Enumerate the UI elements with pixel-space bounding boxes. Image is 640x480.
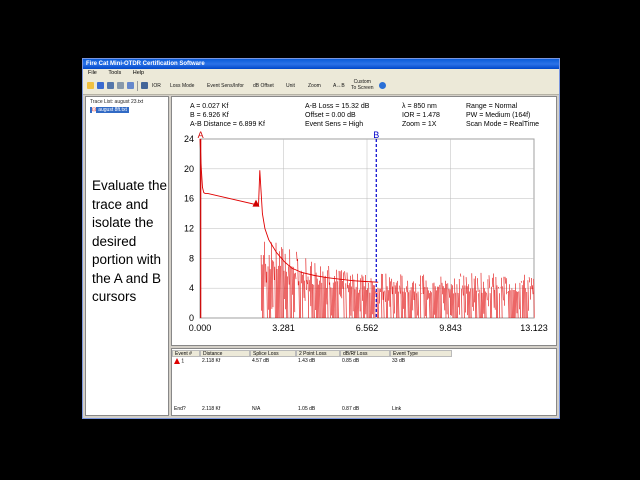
table-footer-cell: N/A [252, 406, 261, 412]
y-tick-label: 12 [184, 224, 194, 234]
range-readout: Range = Normal [466, 103, 518, 110]
app-window: Fire Cat Mini-OTDR Certification Softwar… [82, 58, 560, 419]
loss-mode-button[interactable]: Loss Mode [170, 82, 194, 90]
instruction-text: Evaluate the trace and isolate the desir… [92, 178, 168, 304]
table-header-cell[interactable]: Event Type [390, 350, 452, 357]
trace-file-icon: ⊡ [92, 107, 97, 113]
table-footer-cell: Link [392, 406, 402, 412]
x-tick-label: 13.123 [520, 323, 548, 333]
table-icon[interactable] [141, 82, 148, 89]
table-cell[interactable]: 1 [172, 358, 184, 365]
trace-list-root[interactable]: Trace List: august 23.txt [90, 99, 143, 105]
ior-button[interactable]: IOR [152, 82, 161, 90]
table-cell[interactable]: 2.118 Kf [200, 358, 220, 365]
y-tick-label: 8 [189, 253, 194, 263]
chart-grid [199, 138, 535, 319]
y-tick-labels: 0 4 8 12 16 20 24 [184, 134, 194, 323]
db-offset-button[interactable]: dB Offset [253, 82, 274, 90]
event-sens-readout: Event Sens = High [305, 121, 364, 128]
zoom-button[interactable]: Zoom [308, 82, 321, 90]
custom-to-screen-line2: To Screen [351, 84, 374, 91]
table-header-cell[interactable]: Distance [200, 350, 250, 357]
trace-file-label: august 8ft.txt [98, 107, 127, 113]
x-tick-label: 9.843 [439, 323, 462, 333]
open-folder-icon[interactable] [87, 82, 94, 89]
table-header-cell[interactable]: dB/Rf Loss [340, 350, 390, 357]
custom-to-screen-button[interactable]: Custom To Screen [351, 79, 374, 91]
table-cell[interactable]: 4.57 dB [250, 358, 269, 365]
ab-loss-readout: A-B Loss = 15.32 dB [305, 103, 370, 110]
print-icon[interactable] [117, 82, 124, 89]
y-tick-label: 24 [184, 134, 194, 144]
y-tick-label: 16 [184, 194, 194, 204]
trace-file-item[interactable]: ⊡ august 8ft.txt [90, 107, 129, 113]
toolbar: IOR Loss Mode Event Sens/Infor dB Offset… [83, 78, 559, 95]
help-icon[interactable] [379, 82, 386, 89]
menu-help[interactable]: Help [133, 70, 144, 76]
zoom-readout: Zoom = 1X [402, 121, 437, 128]
save-as-icon[interactable] [107, 82, 114, 89]
table-footer-cell: 1.05 dB [298, 406, 316, 412]
x-tick-label: 6.562 [356, 323, 379, 333]
toolbar-separator [137, 81, 138, 91]
pulse-width-readout: PW = Medium (164f) [466, 112, 531, 119]
cursor-b-readout: B = 6.926 Kf [190, 112, 229, 119]
y-tick-label: 0 [189, 313, 194, 323]
cursor-b-label: B [373, 131, 379, 140]
table-cell[interactable]: 0.85 dB [340, 358, 359, 365]
ior-readout: IOR = 1.478 [402, 112, 440, 119]
table-header-cell[interactable]: Event # [172, 350, 200, 357]
table-footer-cell: 0.87 dB [342, 406, 360, 412]
cursor-a-label: A [198, 131, 204, 140]
a-b-swap-button[interactable]: A↔B [333, 82, 345, 90]
otdr-trace-chart[interactable]: 0 4 8 12 16 20 24 0.000 3.281 6.562 9.843 13.123 A… [172, 131, 556, 346]
scan-mode-readout: Scan Mode = RealTime [466, 121, 540, 128]
table-footer-cell: End? [174, 406, 186, 412]
y-tick-label: 4 [189, 283, 194, 293]
x-tick-label: 0.000 [189, 323, 212, 333]
table-cell[interactable]: 33 dB [390, 358, 405, 365]
trace-graph-panel: A = 0.027 Kf B = 6.926 Kf A-B Distance =… [171, 96, 557, 346]
event-table: Event # Distance Splice Loss 2 Point Loss dB… [171, 348, 557, 416]
menu-file[interactable]: File [88, 70, 97, 76]
table-header-cell[interactable]: 2 Point Loss [296, 350, 340, 357]
trace-list-panel: Trace List: august 23.txt ⊡ august 8ft.tx… [85, 96, 169, 416]
unit-button[interactable]: Unit [286, 82, 295, 90]
table-header-cell[interactable]: Splice Loss [250, 350, 296, 357]
x-tick-label: 3.281 [272, 323, 295, 333]
menu-bar: File Tools Help [83, 69, 559, 78]
ab-distance-readout: A-B Distance = 6.899 Kf [190, 121, 265, 128]
x-tick-labels: 0.000 3.281 6.562 9.843 13.123 [189, 323, 548, 333]
wavelength-readout: λ = 850 nm [402, 103, 437, 110]
report-icon[interactable] [127, 82, 134, 89]
table-cell[interactable]: 1.43 dB [296, 358, 315, 365]
y-tick-label: 20 [184, 164, 194, 174]
table-footer-cell: 2.118 Kf [202, 406, 221, 412]
window-title: Fire Cat Mini-OTDR Certification Softwar… [83, 59, 559, 69]
event-sens-button[interactable]: Event Sens/Infor [207, 82, 244, 90]
save-icon[interactable] [97, 82, 104, 89]
menu-tools[interactable]: Tools [108, 70, 121, 76]
event-number: 1 [180, 358, 185, 365]
offset-readout: Offset = 0.00 dB [305, 112, 356, 119]
cursor-a-readout: A = 0.027 Kf [190, 103, 229, 110]
